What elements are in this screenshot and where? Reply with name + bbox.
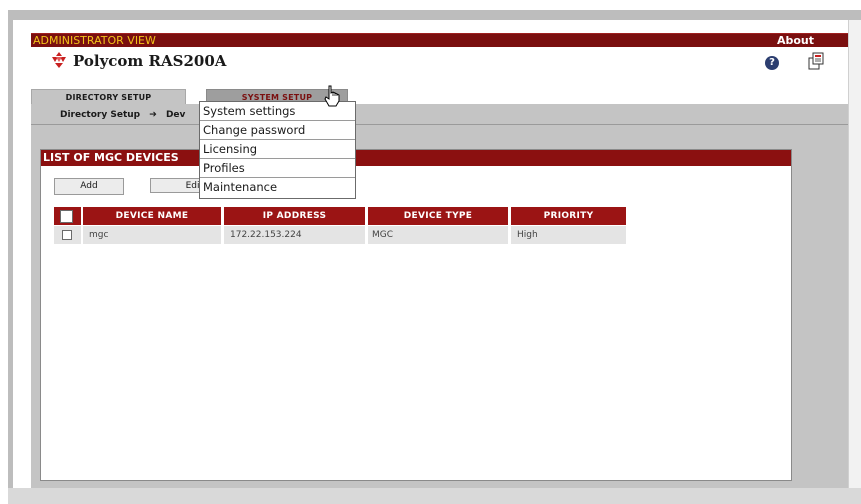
row-checkbox[interactable] [62,230,72,240]
window-bottom-frame [8,488,861,504]
breadcrumb-current: Dev [165,110,186,120]
panel-title: LIST OF MGC DEVICES [43,151,179,164]
admin-bar: ADMINISTRATOR VIEW About [31,33,848,47]
window-top-frame [8,10,861,20]
select-all-header [54,207,81,225]
menu-item-change-password[interactable]: Change password [200,121,355,140]
column-header-priority[interactable]: PRIORITY [511,207,626,225]
cell-ip-address[interactable]: 172.22.153.224 [224,226,365,244]
column-header-ip-address[interactable]: IP ADDRESS [224,207,365,225]
cell-device-type[interactable]: MGC [368,226,508,244]
tab-bar: DIRECTORY SETUP SYSTEM SETUP [31,89,848,106]
about-link[interactable]: About [777,34,814,47]
add-button[interactable]: Add [54,178,124,195]
cell-priority[interactable]: High [511,226,626,244]
admin-view-label: ADMINISTRATOR VIEW [33,34,156,47]
arrow-right-icon: ➔ [149,110,157,120]
panel-header: LIST OF MGC DEVICES [41,150,791,166]
help-icon[interactable]: ? [765,56,779,70]
column-header-device-type[interactable]: DEVICE TYPE [368,207,508,225]
hand-pointer-cursor [324,85,340,107]
select-all-checkbox[interactable] [60,210,73,223]
menu-item-profiles[interactable]: Profiles [200,159,355,178]
system-setup-menu: System settings Change password Licensin… [199,101,356,199]
breadcrumb-bar: Directory Setup ➔ Dev [31,104,848,125]
menu-item-licensing[interactable]: Licensing [200,140,355,159]
vertical-scrollbar[interactable] [848,20,861,490]
tab-directory-setup[interactable]: DIRECTORY SETUP [31,89,186,105]
column-header-device-name[interactable]: DEVICE NAME [83,207,221,225]
polycom-logo-icon [52,52,66,68]
breadcrumb-root[interactable]: Directory Setup [60,110,140,120]
product-name: Polycom RAS200A [73,52,227,70]
mgc-devices-panel: LIST OF MGC DEVICES Add Edit DEVICE NAME… [40,149,792,481]
documents-icon[interactable] [808,52,824,70]
table-row-checkbox-cell [54,226,81,244]
breadcrumb: Directory Setup ➔ Dev [60,110,185,120]
cell-device-name[interactable]: mgc [83,226,221,244]
menu-item-maintenance[interactable]: Maintenance [200,178,355,197]
